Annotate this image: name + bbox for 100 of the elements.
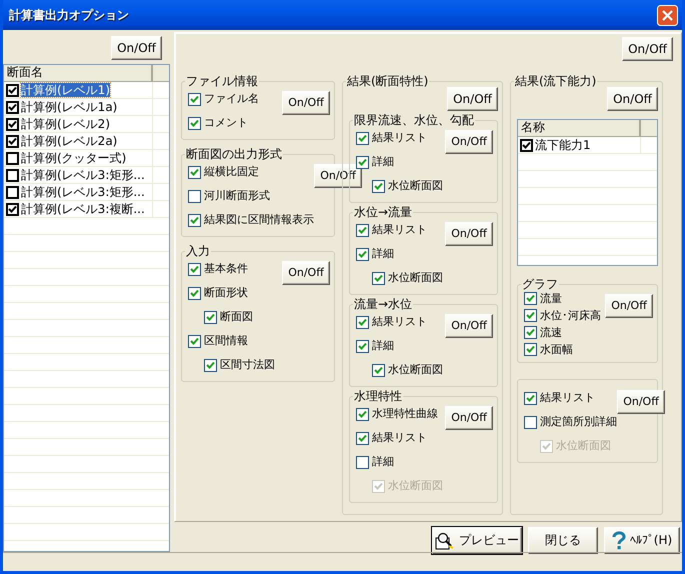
- group-title: 断面図の出力形式: [185, 148, 283, 160]
- checkbox[interactable]: [188, 334, 201, 348]
- preview-button[interactable]: プレビュー: [432, 527, 522, 554]
- checkbox[interactable]: [204, 358, 217, 372]
- checkbox[interactable]: [356, 456, 369, 468]
- checkbox[interactable]: [6, 118, 19, 130]
- checkbox[interactable]: [204, 310, 217, 324]
- checkbox[interactable]: [524, 326, 537, 339]
- toggle-button[interactable]: On/Off: [282, 91, 330, 115]
- checkbox-label: 区間寸法図: [220, 358, 275, 372]
- list-item[interactable]: 計算例(レベル2): [21, 116, 110, 132]
- list-item[interactable]: 計算例(レベル3:複断...: [21, 202, 145, 216]
- checkbox[interactable]: [356, 408, 369, 420]
- checkbox-label: 水位断面図: [388, 271, 443, 285]
- checkbox-label: 基本条件: [204, 262, 248, 276]
- list-item[interactable]: 計算例(レベル3:矩形...: [21, 184, 145, 200]
- group-title: 入力: [185, 245, 211, 257]
- list-item[interactable]: 計算例(クッター式): [21, 150, 126, 166]
- checkbox[interactable]: [356, 316, 369, 328]
- group-title: 結果(流下能力): [514, 75, 598, 87]
- checkbox[interactable]: [524, 292, 537, 305]
- checkbox[interactable]: [372, 272, 385, 284]
- checkbox[interactable]: [524, 416, 537, 428]
- toggle-button[interactable]: On/Off: [445, 130, 493, 154]
- checkbox-label: 断面図: [220, 310, 253, 324]
- checkbox[interactable]: [188, 166, 201, 178]
- checkbox-label: 河川断面形式: [204, 189, 270, 203]
- checkbox[interactable]: [372, 180, 385, 192]
- checkbox-label: 水面幅: [540, 342, 573, 356]
- group-title: 結果(断面特性): [346, 75, 430, 87]
- toggle-button[interactable]: On/Off: [605, 294, 653, 318]
- toggle-button[interactable]: On/Off: [445, 406, 493, 430]
- checkbox[interactable]: [6, 152, 19, 164]
- checkbox[interactable]: [188, 190, 201, 202]
- checkbox-label: ファイル名: [204, 92, 259, 106]
- checkbox[interactable]: [188, 286, 201, 300]
- list-item[interactable]: 計算例(レベル1): [21, 82, 110, 98]
- checkbox-label: 詳細: [372, 155, 394, 169]
- toggle-button[interactable]: On/Off: [447, 87, 498, 111]
- close-icon[interactable]: [657, 4, 678, 26]
- list-item[interactable]: 計算例(レベル1a): [21, 100, 118, 114]
- checkbox[interactable]: [372, 364, 385, 376]
- checkbox[interactable]: [356, 156, 369, 168]
- checkbox-label: 断面形状: [204, 286, 248, 300]
- checkbox-label: 詳細: [372, 339, 394, 353]
- toggle-button[interactable]: On/Off: [282, 261, 330, 285]
- toggle-button[interactable]: On/Off: [111, 36, 162, 60]
- toggle-button[interactable]: On/Off: [445, 222, 493, 246]
- checkbox-label: 区間情報: [204, 334, 248, 348]
- checkbox[interactable]: [520, 138, 533, 152]
- list-item[interactable]: 計算例(レベル2a): [21, 134, 118, 148]
- checkbox[interactable]: [356, 432, 369, 444]
- magnifier-icon: [435, 532, 455, 550]
- checkbox[interactable]: [524, 392, 537, 404]
- checkbox[interactable]: [6, 84, 19, 96]
- checkbox-label: コメント: [204, 116, 248, 130]
- help-icon: [612, 530, 626, 550]
- list-item[interactable]: 計算例(レベル3:矩形...: [21, 168, 145, 182]
- checkbox[interactable]: [6, 100, 19, 114]
- close-button[interactable]: 閉じる: [528, 527, 598, 554]
- checkbox[interactable]: [524, 309, 537, 322]
- checkbox-label: 縦横比固定: [204, 165, 259, 179]
- toggle-button[interactable]: On/Off: [617, 390, 665, 414]
- checkbox-label: 詳細: [372, 247, 394, 261]
- checkbox[interactable]: [356, 132, 369, 144]
- checkbox-label: 結果図に区間情報表示: [204, 213, 314, 227]
- checkbox[interactable]: [6, 168, 19, 182]
- group-title: ファイル情報: [185, 75, 259, 87]
- checkbox[interactable]: [6, 134, 19, 148]
- checkbox-label: 水位断面図: [388, 179, 443, 193]
- checkbox[interactable]: [188, 214, 201, 226]
- list-item[interactable]: 流下能力1: [535, 138, 591, 152]
- checkbox-label: 結果リスト: [540, 391, 595, 405]
- checkbox-label: 水位断面図: [388, 363, 443, 377]
- checkbox-label: 流速: [540, 326, 562, 340]
- checkbox-label: 水理特性曲線: [372, 407, 438, 421]
- checkbox-label: 測定箇所別詳細: [540, 415, 617, 429]
- group-title: 流量→水位: [353, 298, 414, 310]
- help-button[interactable]: ﾍﾙﾌﾟ(H): [604, 527, 680, 554]
- checkbox[interactable]: [356, 248, 369, 260]
- checkbox[interactable]: [188, 262, 201, 276]
- checkbox[interactable]: [188, 92, 201, 106]
- toggle-button[interactable]: On/Off: [445, 314, 493, 338]
- checkbox-label: 水位断面図: [388, 479, 443, 493]
- checkbox-label: 結果リスト: [372, 431, 427, 445]
- checkbox[interactable]: [6, 186, 19, 198]
- window-title: 計算書出力オプション: [9, 8, 129, 22]
- checkbox[interactable]: [6, 202, 19, 216]
- checkbox[interactable]: [356, 340, 369, 352]
- checkbox[interactable]: [188, 116, 201, 130]
- checkbox-label: 水位断面図: [556, 439, 611, 453]
- group-title: 水位→流量: [353, 206, 414, 218]
- checkbox-label: 水位･河床高: [540, 308, 601, 322]
- checkbox-label: 流量: [540, 292, 562, 306]
- checkbox[interactable]: [524, 343, 537, 356]
- toggle-button[interactable]: On/Off: [607, 87, 658, 111]
- checkbox[interactable]: [356, 224, 369, 236]
- checkbox-label: 結果リスト: [372, 223, 427, 237]
- group-title: 限界流速、水位、勾配: [353, 114, 475, 126]
- toggle-button[interactable]: On/Off: [622, 37, 673, 61]
